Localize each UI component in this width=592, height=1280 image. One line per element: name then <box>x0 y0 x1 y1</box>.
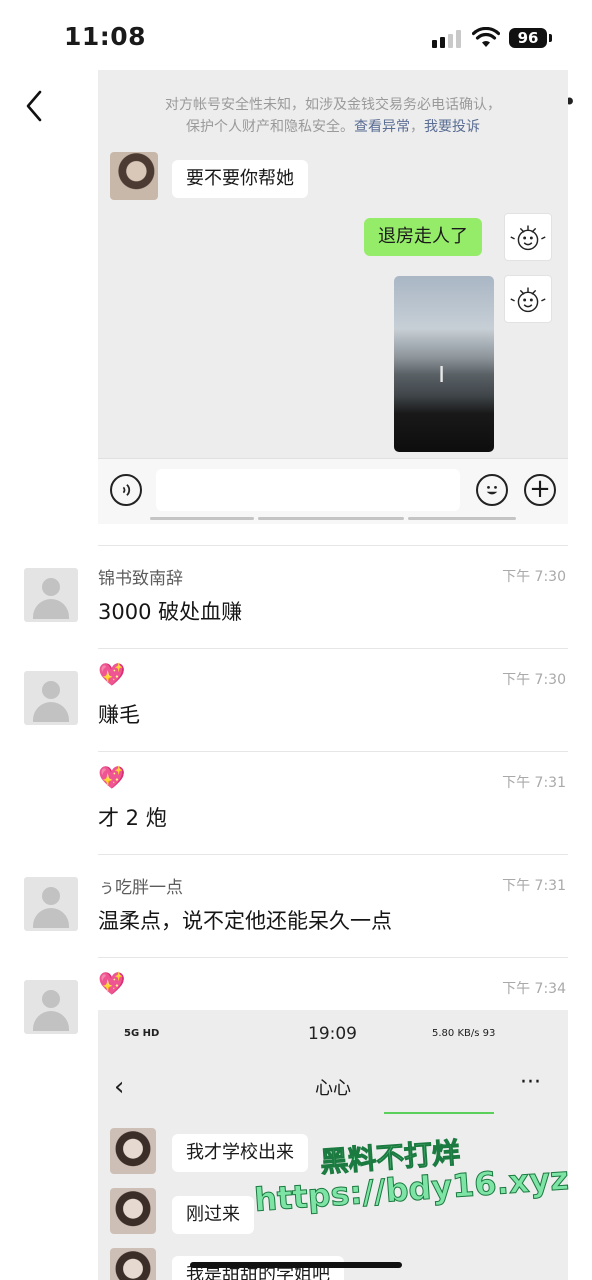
wifi-icon <box>472 27 500 47</box>
back-button[interactable] <box>20 88 50 124</box>
comment-item: 💖 下午 7:30 赚毛 <box>0 649 592 749</box>
status-bar: 11:08 96 <box>0 0 592 70</box>
photo-message[interactable] <box>394 276 494 452</box>
comment-text: 温柔点，说不定他还能呆久一点 <box>98 909 392 933</box>
comment-time: 下午 7:30 <box>502 569 566 585</box>
more-icon[interactable]: ··· <box>520 1070 541 1095</box>
comment-text: 才 2 炮 <box>98 806 167 830</box>
avatar <box>110 1188 156 1234</box>
status-time: 11:08 <box>64 22 147 51</box>
avatar <box>110 1248 156 1280</box>
comment-item: ぅ吃胖一点 下午 7:31 温柔点，说不定他还能呆久一点 <box>0 855 592 955</box>
message-bubble: 刚过来 <box>172 1196 254 1234</box>
chat-input-bar: + <box>98 458 568 524</box>
message-bubble: 要不要你帮她 <box>172 160 308 198</box>
divider <box>258 517 404 520</box>
comment-text: 赚毛 <box>98 703 140 727</box>
chat-screenshot-1[interactable]: 对方帐号安全性未知，如涉及金钱交易务必电话确认， 保护个人财产和隐私安全。查看异… <box>98 70 568 524</box>
comment-author[interactable]: 锦书致南辞 <box>98 564 183 589</box>
inner-status-bar: 5G HD 19:09 5.80 KB/s 93 <box>124 1024 496 1044</box>
avatar[interactable] <box>24 568 78 622</box>
loading-bar <box>384 1112 494 1114</box>
avatar <box>504 213 552 261</box>
security-notice: 对方帐号安全性未知，如涉及金钱交易务必电话确认， 保护个人财产和隐私安全。查看异… <box>165 97 501 135</box>
battery-icon: 96 <box>509 28 547 48</box>
battery-tip <box>549 34 552 42</box>
comment-time: 下午 7:34 <box>502 981 566 997</box>
signal-icon <box>432 30 462 48</box>
comment-author[interactable]: 💖 <box>98 663 125 688</box>
comment-text: 3000 破处血赚 <box>98 600 243 624</box>
avatar[interactable] <box>24 980 78 1034</box>
comment-time: 下午 7:31 <box>502 775 566 791</box>
avatar <box>504 275 552 323</box>
comment-time: 下午 7:30 <box>502 672 566 688</box>
message-bubble: 我才学校出来 <box>172 1134 308 1172</box>
comment-time: 下午 7:31 <box>502 878 566 894</box>
emoji-icon[interactable] <box>476 474 508 506</box>
message-bubble: 退房走人了 <box>364 218 482 256</box>
inner-chat-header: ‹ 心心 ··· <box>98 1066 568 1110</box>
avatar <box>110 152 158 200</box>
message-bubble: 我是甜甜的学姐吧 <box>172 1256 344 1280</box>
voice-icon[interactable] <box>110 474 142 506</box>
comment-author[interactable]: ぅ吃胖一点 <box>98 873 183 898</box>
divider <box>408 517 516 520</box>
avatar <box>110 1128 156 1174</box>
comment-author[interactable]: 💖 <box>98 972 125 997</box>
home-indicator[interactable] <box>190 1262 402 1268</box>
inner-chat-title: 心心 <box>315 1078 351 1099</box>
comment-author[interactable]: 💖 <box>98 766 125 791</box>
comment-item: 锦书致南辞 下午 7:30 3000 破处血赚 <box>0 546 592 646</box>
divider <box>150 517 254 520</box>
plus-icon[interactable]: + <box>524 474 556 506</box>
report-link[interactable]: 我要投诉 <box>424 119 480 135</box>
message-input[interactable] <box>156 469 460 511</box>
avatar[interactable] <box>24 671 78 725</box>
comment-item: 💖 下午 7:31 才 2 炮 <box>0 752 592 852</box>
avatar[interactable] <box>24 877 78 931</box>
view-abnormal-link[interactable]: 查看异常 <box>354 119 410 135</box>
